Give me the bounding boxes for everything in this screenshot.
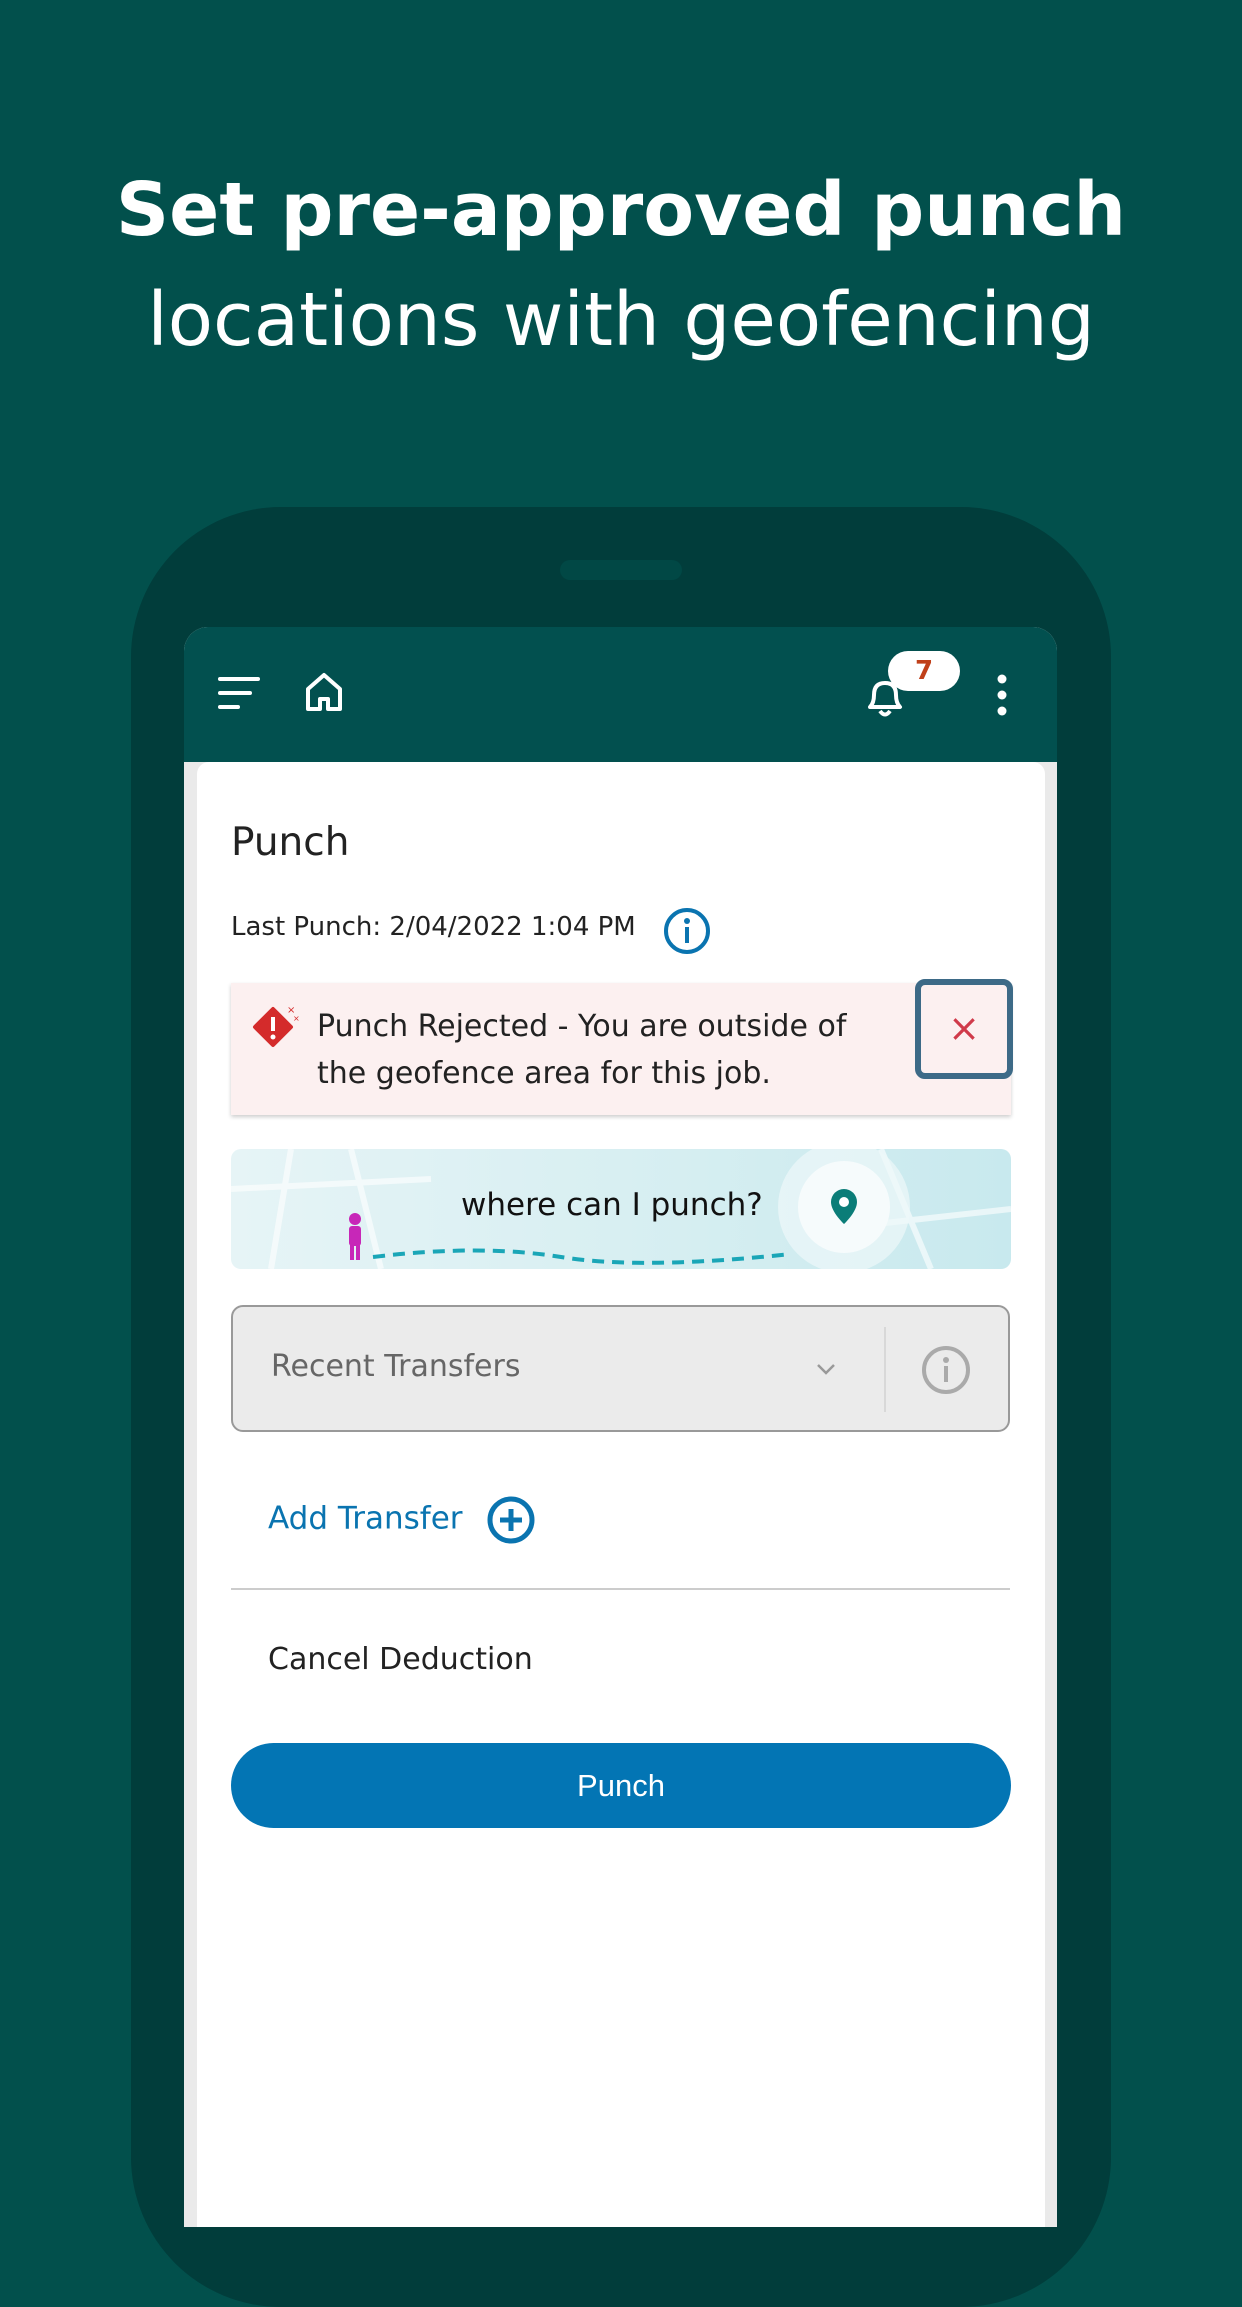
- more-vertical-icon[interactable]: [996, 673, 1008, 717]
- page-title: Punch: [231, 820, 350, 865]
- app-screen: 7 Punch Last Punch: 2/04/2022 1:04 PM × ×…: [184, 627, 1057, 2227]
- phone-speaker: [560, 560, 682, 580]
- recent-transfers-placeholder: Recent Transfers: [271, 1349, 521, 1384]
- dropdown-divider: [884, 1327, 886, 1412]
- section-divider: [231, 1588, 1010, 1590]
- transfers-info-icon[interactable]: [921, 1345, 971, 1395]
- map-banner-label: where can I punch?: [461, 1187, 763, 1223]
- menu-icon[interactable]: [218, 675, 260, 711]
- recent-transfers-dropdown[interactable]: Recent Transfers: [231, 1305, 1010, 1432]
- cancel-deduction-label: Cancel Deduction: [268, 1642, 533, 1677]
- where-can-i-punch-banner[interactable]: where can I punch?: [231, 1149, 1011, 1269]
- punch-rejected-alert: × × Punch Rejected - You are outside of t…: [231, 983, 1011, 1115]
- headline-line-2: locations with geofencing: [147, 277, 1095, 363]
- add-transfer-label: Add Transfer: [268, 1500, 463, 1537]
- punch-card: Punch Last Punch: 2/04/2022 1:04 PM × × P…: [197, 762, 1045, 2227]
- alert-close-button[interactable]: ×: [915, 979, 1013, 1079]
- svg-text:×: ×: [293, 1014, 300, 1023]
- home-icon[interactable]: [304, 671, 344, 713]
- last-punch-text: Last Punch: 2/04/2022 1:04 PM: [231, 912, 636, 942]
- info-icon[interactable]: [663, 907, 711, 955]
- punch-button[interactable]: Punch: [231, 1743, 1011, 1828]
- headline-line-1: Set pre-approved punch: [115, 167, 1127, 253]
- alert-message: Punch Rejected - You are outside of the …: [317, 1009, 847, 1091]
- app-bar: 7: [184, 627, 1057, 762]
- notification-badge: 7: [888, 651, 960, 691]
- plus-circle-icon: [487, 1496, 535, 1544]
- error-icon: ××: [253, 1005, 300, 1047]
- add-transfer-link[interactable]: Add Transfer: [268, 1495, 536, 1545]
- chevron-down-icon: [817, 1364, 835, 1375]
